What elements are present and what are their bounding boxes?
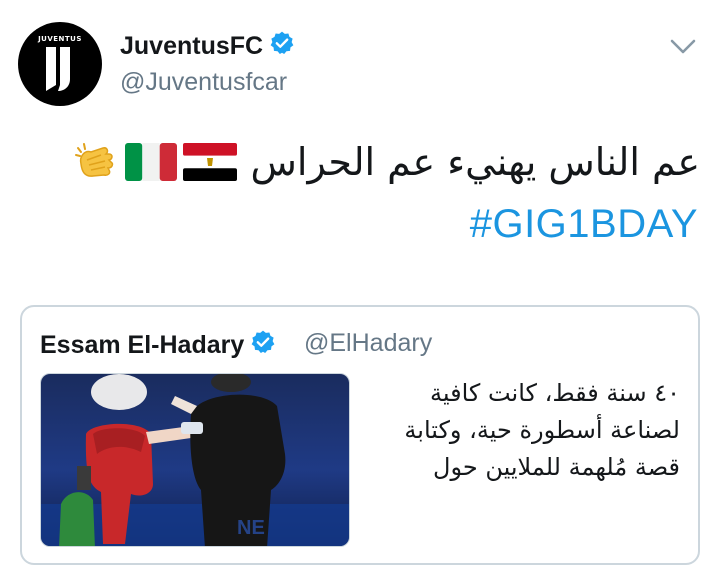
avatar[interactable]: JUVENTUS xyxy=(18,22,102,106)
svg-text:NE: NE xyxy=(237,517,265,539)
chevron-down-icon[interactable] xyxy=(668,34,698,58)
quoted-line-1: ٤٠ سنة فقط، كانت كافية xyxy=(430,379,680,407)
author-display-name[interactable]: JuventusFC xyxy=(120,30,295,63)
quoted-author-name[interactable]: Essam El-Hadary xyxy=(40,329,276,362)
author-handle[interactable]: @Juventusfcar xyxy=(120,68,287,97)
quoted-tweet-text: ٤٠ سنة فقط، كانت كافية لصناعة أسطورة حية… xyxy=(380,375,680,486)
quoted-tweet-card[interactable]: Essam El-Hadary @ElHadary NE ٤٠ سنة فقط،… xyxy=(20,305,700,565)
quoted-line-2: لصناعة أسطورة حية، وكتابة xyxy=(404,416,680,444)
quoted-author-handle[interactable]: @ElHadary xyxy=(304,329,432,358)
hashtag-link[interactable]: #GIG1BDAY xyxy=(470,202,698,247)
tweet-text-content: عم الناس يهنيء عم الحراس xyxy=(250,140,701,184)
verified-badge-icon xyxy=(269,30,295,63)
author-name-text: JuventusFC xyxy=(120,32,264,60)
italy-flag-icon xyxy=(124,143,177,181)
emoji-row xyxy=(74,142,237,182)
verified-badge-icon xyxy=(250,329,276,362)
tweet-text: عم الناس يهنيء عم الحراس xyxy=(74,140,701,184)
quoted-line-3: قصة مُلهمة للملايين حول xyxy=(433,453,680,481)
juventus-logo-icon xyxy=(46,47,70,91)
egypt-flag-icon xyxy=(182,143,237,181)
quoted-author-name-text: Essam El-Hadary xyxy=(40,331,245,359)
clapping-hands-icon xyxy=(74,143,113,177)
quoted-tweet-photo[interactable]: NE xyxy=(40,373,350,547)
avatar-wordmark: JUVENTUS xyxy=(38,35,82,43)
